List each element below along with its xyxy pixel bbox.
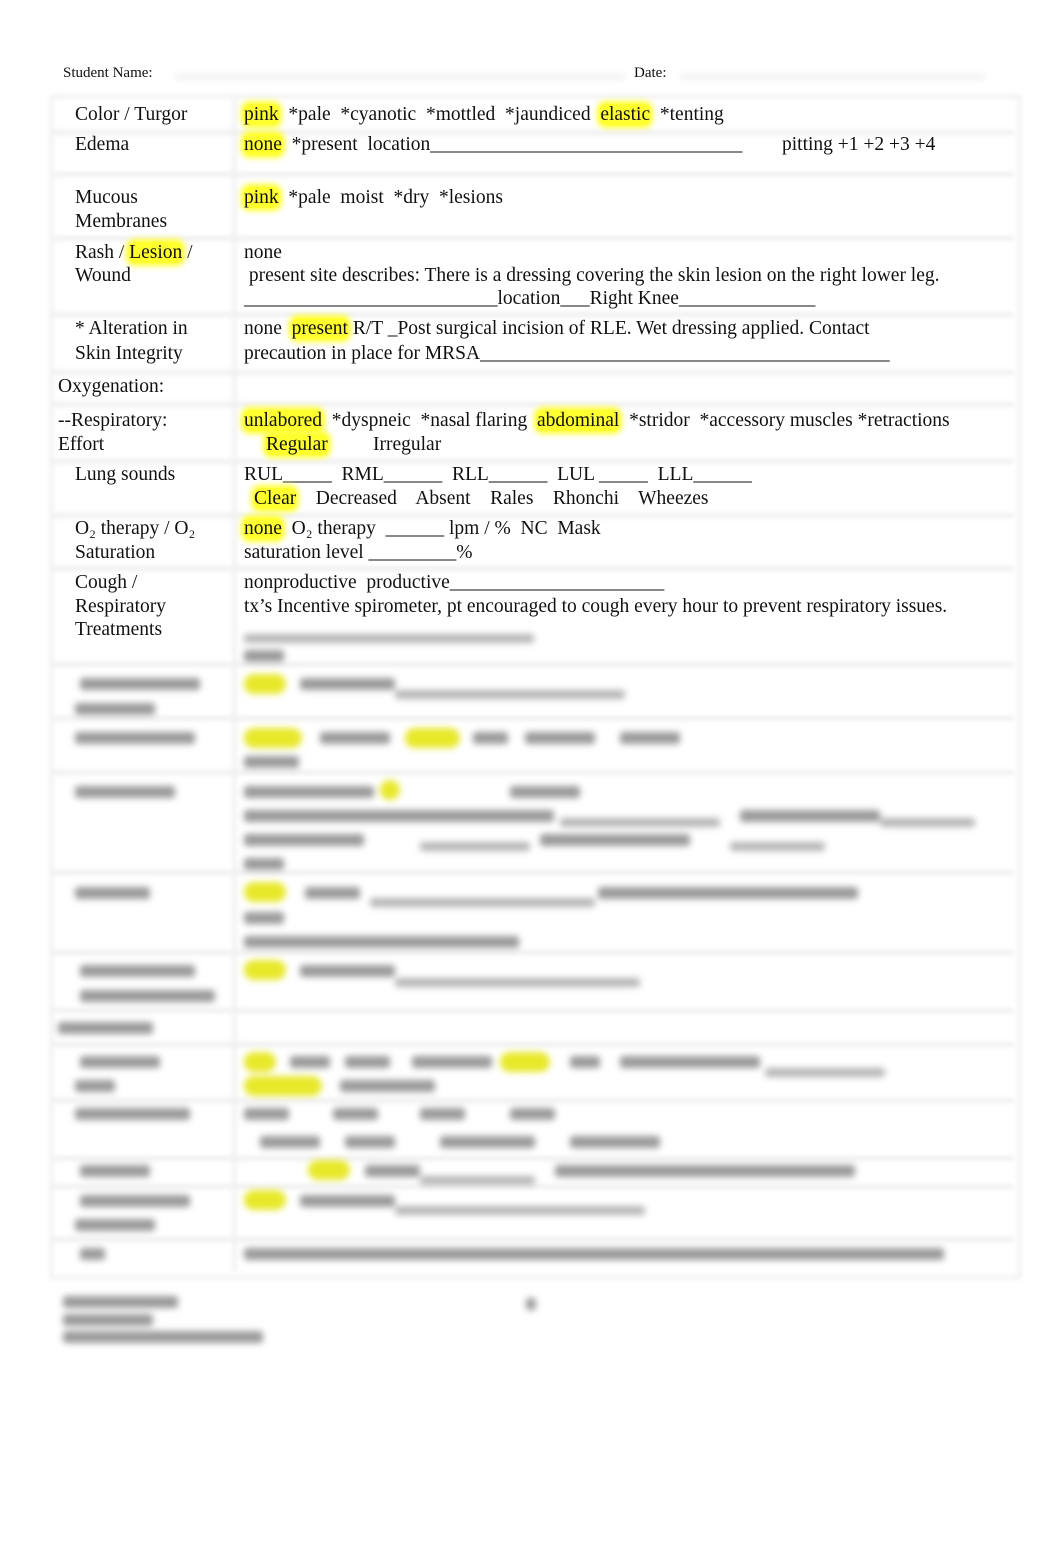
- color-turgor-options: pink *pale *cyanotic *mottled *jaundiced…: [244, 104, 724, 126]
- cough-label-1: Cough /: [75, 572, 138, 593]
- options[interactable]: Decreased Absent Rales Rhonchi Wheezes: [316, 488, 709, 509]
- selected-pink[interactable]: pink: [244, 104, 279, 125]
- saturation-level[interactable]: saturation level _________%: [244, 542, 473, 564]
- selected-unlabored[interactable]: unlabored: [244, 410, 322, 431]
- rash-label: Rash / Lesion /: [75, 242, 193, 263]
- selected-present[interactable]: present: [291, 318, 348, 339]
- respiratory-treatments[interactable]: tx’s Incentive spirometer, pt encouraged…: [244, 596, 947, 618]
- options[interactable]: *stridor *accessory muscles *retractions: [629, 410, 950, 431]
- edema-options: none *present location__________________…: [244, 134, 742, 156]
- alteration-text[interactable]: R/T _Post surgical incision of RLE. Wet …: [348, 318, 870, 339]
- selected-none[interactable]: none: [244, 518, 282, 539]
- resp-effort-label-1: --Respiratory:: [58, 410, 168, 431]
- mucous-label-2: Membranes: [75, 211, 168, 232]
- options[interactable]: O₂ therapy ______ lpm / % NC Mask: [292, 518, 601, 539]
- rash-none[interactable]: none: [244, 242, 282, 264]
- options[interactable]: *present location_______________________…: [292, 134, 743, 155]
- selected-clear[interactable]: Clear: [254, 488, 297, 509]
- option-irregular[interactable]: Irregular: [373, 434, 441, 456]
- student-name-field[interactable]: [175, 74, 625, 80]
- mucous-options: pink *pale moist *dry *lesions: [244, 187, 503, 209]
- date-field[interactable]: [680, 74, 985, 80]
- mucous-label-1: Mucous: [75, 187, 138, 208]
- selected-abdominal[interactable]: abdominal: [536, 410, 620, 431]
- column-divider: [232, 97, 237, 1272]
- resp-effort-options: unlabored *dyspneic *nasal flaring abdom…: [244, 410, 950, 432]
- options[interactable]: *pale *cyanotic *mottled *jaundiced: [288, 104, 590, 125]
- student-name-label: Student Name:: [63, 65, 153, 81]
- rash-location[interactable]: __________________________location___Rig…: [244, 288, 815, 310]
- lung-sound-options: Clear Decreased Absent Rales Rhonchi Whe…: [254, 488, 709, 510]
- selected-pink[interactable]: pink: [244, 187, 279, 208]
- edema-label: Edema: [75, 134, 130, 155]
- cough-label-3: Treatments: [75, 619, 163, 640]
- highlight-lesion: Lesion: [129, 242, 183, 263]
- o2-options: none O₂ therapy ______ lpm / % NC Mask: [244, 518, 601, 540]
- alteration-label-1: * Alteration in: [75, 318, 188, 339]
- rash-label-2: Wound: [75, 265, 131, 286]
- options[interactable]: *tenting: [660, 104, 724, 125]
- o2-label-2: Saturation: [75, 542, 156, 563]
- alteration-line-2[interactable]: precaution in place for MRSA____________…: [244, 343, 890, 365]
- selected-none[interactable]: none: [244, 134, 282, 155]
- options[interactable]: *pale moist *dry *lesions: [288, 187, 502, 208]
- alteration-line-1: none present R/T _Post surgical incision…: [244, 318, 870, 339]
- cough-label-2: Respiratory: [75, 596, 166, 617]
- o2-label-1: O₂ therapy / O₂: [75, 518, 196, 539]
- lung-lobes[interactable]: RUL_____ RML______ RLL______ LUL _____ L…: [244, 464, 752, 486]
- oxygenation-heading: Oxygenation:: [58, 376, 165, 397]
- rash-description[interactable]: present site describes: There is a dress…: [244, 265, 940, 287]
- options[interactable]: *dyspneic *nasal flaring: [332, 410, 528, 431]
- date-label: Date:: [634, 65, 667, 81]
- pitting-scale[interactable]: pitting +1 +2 +3 +4: [782, 134, 935, 156]
- cough-options[interactable]: nonproductive productive________________…: [244, 572, 664, 594]
- color-turgor-label: Color / Turgor: [75, 104, 188, 125]
- resp-effort-label-2: Effort: [58, 434, 105, 455]
- alteration-label-2: Skin Integrity: [75, 343, 183, 364]
- selected-elastic[interactable]: elastic: [600, 104, 651, 125]
- lung-sounds-label: Lung sounds: [75, 464, 176, 485]
- selected-regular[interactable]: Regular: [266, 434, 328, 456]
